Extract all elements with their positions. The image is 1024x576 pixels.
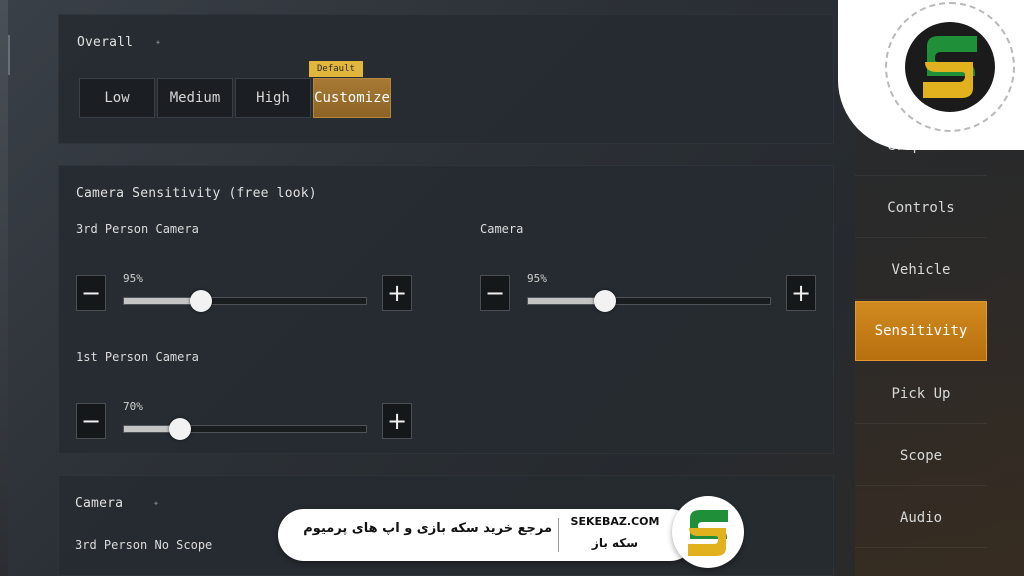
quality-tab-high[interactable]: High bbox=[235, 78, 311, 118]
overall-title: Overall bbox=[77, 35, 134, 50]
first-person-plus-button[interactable]: + bbox=[382, 403, 412, 439]
default-badge: Default bbox=[309, 61, 363, 77]
camera-panel-dot: ✦ bbox=[153, 498, 160, 509]
first-person-camera-label: 1st Person Camera bbox=[76, 350, 199, 364]
camera-slider-knob[interactable] bbox=[594, 290, 617, 312]
third-person-camera-label: 3rd Person Camera bbox=[76, 222, 199, 236]
sekebaz-logo-icon bbox=[905, 22, 995, 112]
nav-item-vehicle[interactable]: Vehicle bbox=[855, 240, 987, 300]
third-person-minus-button[interactable]: − bbox=[76, 275, 106, 311]
quality-tab-low[interactable]: Low bbox=[79, 78, 155, 118]
watermark-logo-icon bbox=[672, 496, 744, 568]
watermark-tagline: مرجع خرید سکه بازی و اپ های پرمیوم bbox=[303, 521, 552, 536]
watermark-brand: سکه باز bbox=[591, 536, 639, 550]
nav-item-sensitivity[interactable]: Sensitivity bbox=[855, 301, 987, 361]
nav-item-controls[interactable]: Controls bbox=[855, 178, 987, 238]
watermark-site: SEKEBAZ.COM bbox=[570, 515, 660, 528]
nav-item-audio[interactable]: Audio bbox=[855, 488, 987, 548]
first-person-slider[interactable] bbox=[123, 418, 367, 440]
third-person-plus-button[interactable]: + bbox=[382, 275, 412, 311]
third-person-no-scope-label: 3rd Person No Scope bbox=[75, 538, 213, 552]
left-edge bbox=[0, 0, 8, 576]
camera-minus-button[interactable]: − bbox=[480, 275, 510, 311]
quality-tab-customize[interactable]: Customize bbox=[313, 78, 391, 118]
camera-value: 95% bbox=[527, 272, 547, 285]
nav-item-scope[interactable]: Scope bbox=[855, 426, 987, 486]
watermark-divider bbox=[558, 518, 559, 552]
first-person-value: 70% bbox=[123, 400, 143, 413]
camera-panel-title: Camera bbox=[75, 496, 124, 511]
overall-panel: Overall ✦ Default Low Medium High Custom… bbox=[58, 14, 834, 144]
camera-sensitivity-panel: Camera Sensitivity (free look) 3rd Perso… bbox=[58, 165, 834, 454]
quality-tabs: Low Medium High Customize bbox=[79, 78, 393, 118]
third-person-value: 95% bbox=[123, 272, 143, 285]
nav-item-pick-up[interactable]: Pick Up bbox=[855, 364, 987, 424]
camera-plus-button[interactable]: + bbox=[786, 275, 816, 311]
first-person-minus-button[interactable]: − bbox=[76, 403, 106, 439]
third-person-slider[interactable] bbox=[123, 290, 367, 312]
left-edge-line bbox=[8, 35, 10, 75]
quality-tab-medium[interactable]: Medium bbox=[157, 78, 233, 118]
third-person-slider-knob[interactable] bbox=[190, 290, 213, 312]
first-person-slider-knob[interactable] bbox=[168, 418, 191, 440]
camera-label: Camera bbox=[480, 222, 524, 236]
sensitivity-title: Camera Sensitivity (free look) bbox=[76, 186, 317, 201]
overall-dot: ✦ bbox=[155, 37, 162, 48]
camera-slider[interactable] bbox=[527, 290, 771, 312]
